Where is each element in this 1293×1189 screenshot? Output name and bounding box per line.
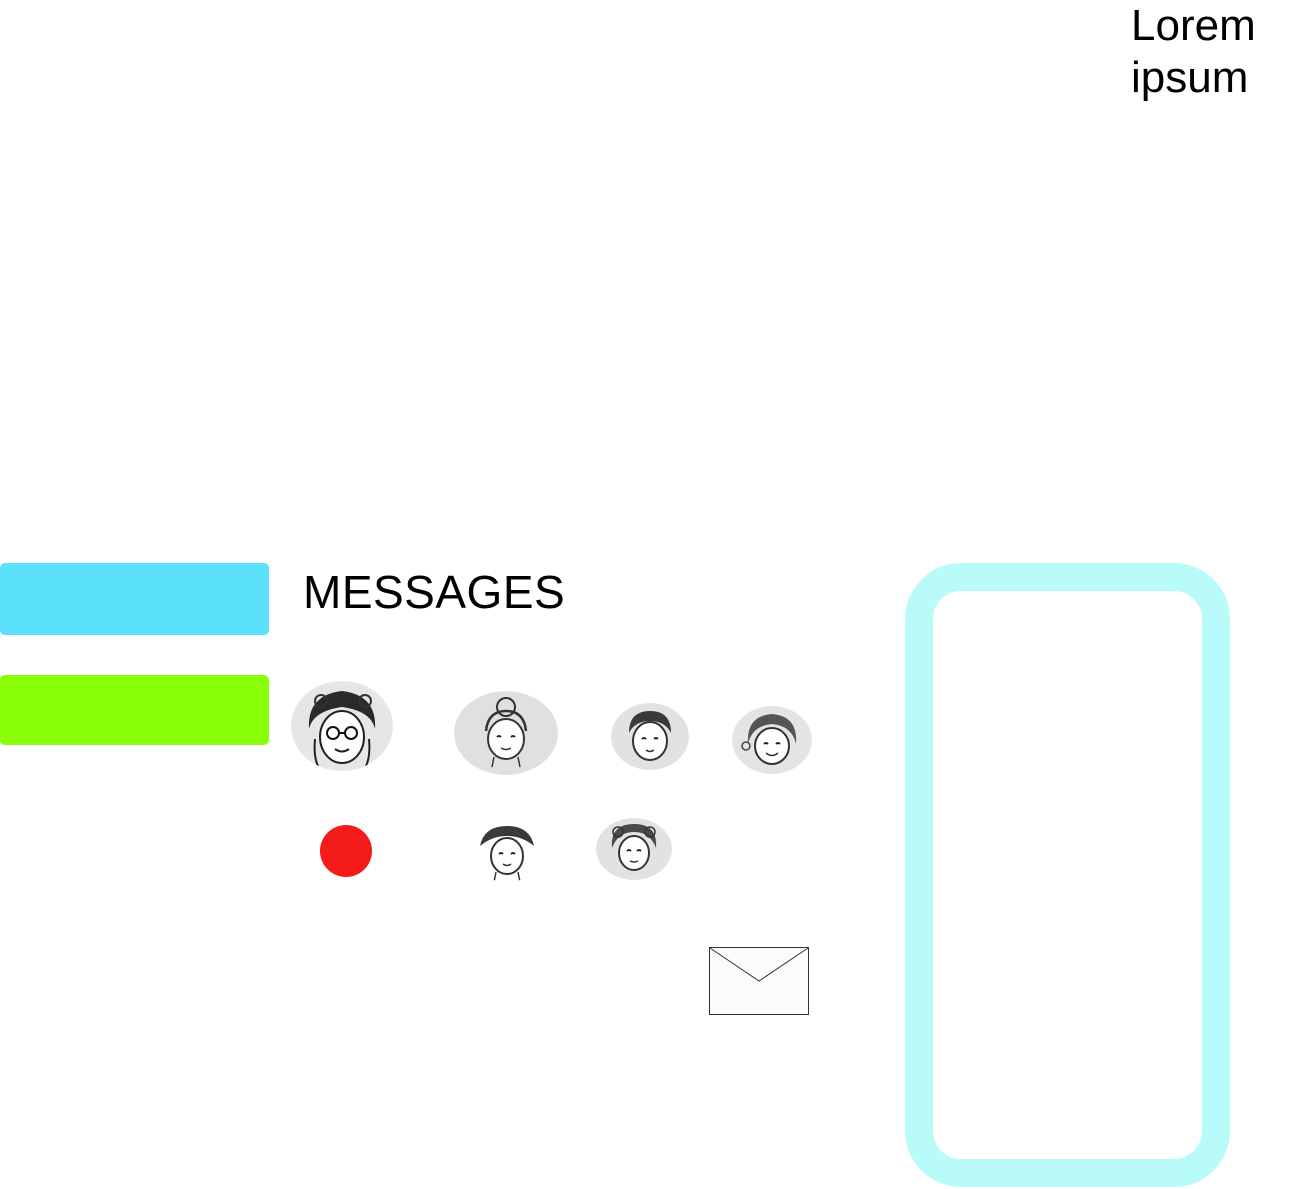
- avatar-boy-cap-icon[interactable]: [470, 822, 544, 882]
- envelope-icon[interactable]: [709, 947, 809, 1015]
- avatar-boy-icon[interactable]: [611, 703, 689, 770]
- corner-text: Lorem ipsum: [1131, 0, 1291, 104]
- avatar-curly-hair-icon[interactable]: [596, 818, 672, 880]
- status-dot: [320, 825, 372, 877]
- corner-text-line-1: Lorem: [1131, 1, 1256, 50]
- avatar-girl-bun-icon[interactable]: [454, 691, 558, 775]
- avatar-smiling-girl-icon[interactable]: [732, 706, 812, 774]
- corner-text-line-2: ipsum: [1131, 53, 1249, 102]
- blue-menu-bar[interactable]: [0, 563, 269, 635]
- green-menu-bar[interactable]: [0, 675, 269, 745]
- messages-title: MESSAGES: [303, 566, 566, 618]
- phone-preview-frame: [905, 563, 1230, 1187]
- avatar-girl-glasses-icon[interactable]: [291, 681, 393, 771]
